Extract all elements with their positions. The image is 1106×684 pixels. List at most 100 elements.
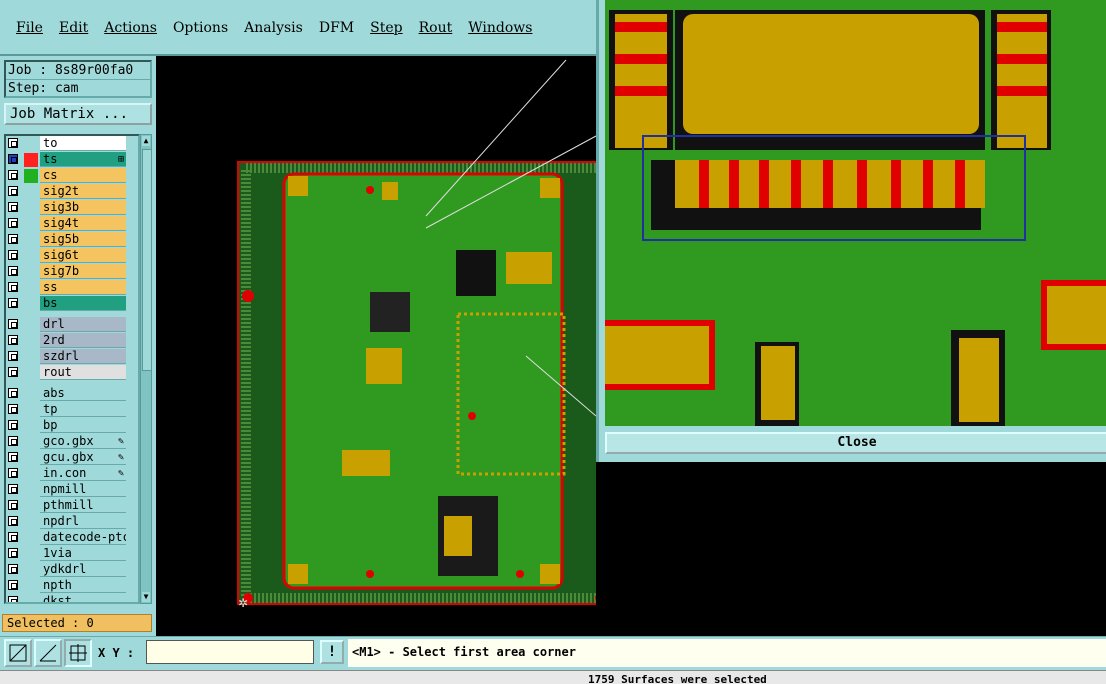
layer-row-cs[interactable]: cs (6, 168, 138, 184)
layer-list-scrollbar[interactable]: ▲ ▼ (140, 134, 152, 604)
layer-name[interactable]: sig4t (40, 216, 126, 231)
layer-name[interactable]: sig2t (40, 184, 126, 199)
job-matrix-button[interactable]: Job Matrix ... (4, 103, 152, 125)
layer-name[interactable]: gco.gbx ✎ (40, 434, 126, 449)
layer-row-rout[interactable]: rout (6, 365, 138, 381)
layer-checkbox[interactable] (8, 154, 18, 164)
layer-checkbox[interactable] (8, 335, 18, 345)
layer-row-1via[interactable]: 1via (6, 546, 138, 562)
layer-row-bp[interactable]: bp (6, 418, 138, 434)
layer-row-to[interactable]: to (6, 136, 138, 152)
layer-checkbox[interactable] (8, 234, 18, 244)
layer-name[interactable]: 2rd (40, 333, 126, 348)
layer-row-szdrl[interactable]: szdrl (6, 349, 138, 365)
layer-name[interactable]: dkst (40, 594, 126, 602)
scroll-thumb[interactable] (142, 149, 152, 371)
layer-row-drl[interactable]: drl (6, 317, 138, 333)
layer-name[interactable]: drl (40, 317, 126, 332)
layer-name[interactable]: szdrl (40, 349, 126, 364)
layer-checkbox[interactable] (8, 170, 18, 180)
zoom-fit-icon[interactable] (4, 639, 32, 667)
layer-row-npmill[interactable]: npmill (6, 482, 138, 498)
layer-name[interactable]: tp (40, 402, 126, 417)
layer-row-dkst[interactable]: dkst (6, 594, 138, 602)
layer-row-ts[interactable]: ts ⊞ (6, 152, 138, 168)
close-button[interactable]: Close (605, 432, 1106, 454)
layer-checkbox[interactable] (8, 266, 18, 276)
layer-name[interactable]: datecode-ptc (40, 530, 126, 545)
layer-name[interactable]: rout (40, 365, 126, 380)
layer-row-sig3b[interactable]: sig3b (6, 200, 138, 216)
layer-name[interactable]: cs (40, 168, 126, 183)
layer-checkbox[interactable] (8, 468, 18, 478)
layer-color-swatch[interactable] (24, 153, 38, 167)
layer-row-npth[interactable]: npth (6, 578, 138, 594)
layer-row-ss[interactable]: ss (6, 280, 138, 296)
layer-row-gcu.gbx[interactable]: gcu.gbx ✎ (6, 450, 138, 466)
layer-checkbox[interactable] (8, 298, 18, 308)
scroll-down-icon[interactable]: ▼ (142, 592, 150, 602)
layer-row-sig7b[interactable]: sig7b (6, 264, 138, 280)
layer-checkbox[interactable] (8, 282, 18, 292)
layer-checkbox[interactable] (8, 319, 18, 329)
layer-name[interactable]: gcu.gbx ✎ (40, 450, 126, 465)
layer-name[interactable]: bp (40, 418, 126, 433)
layer-checkbox[interactable] (8, 250, 18, 260)
layer-checkbox[interactable] (8, 218, 18, 228)
layer-name[interactable]: abs (40, 386, 126, 401)
layer-name[interactable]: sig6t (40, 248, 126, 263)
measure-icon[interactable] (34, 639, 62, 667)
layer-name[interactable]: sig5b (40, 232, 126, 247)
layer-checkbox[interactable] (8, 436, 18, 446)
layer-name[interactable]: ss (40, 280, 126, 295)
layer-row-abs[interactable]: abs (6, 386, 138, 402)
layer-name[interactable]: in.con ✎ (40, 466, 126, 481)
layer-name[interactable]: ydkdrl (40, 562, 126, 577)
layer-name[interactable]: npth (40, 578, 126, 593)
layer-name[interactable]: npdrl (40, 514, 126, 529)
layer-checkbox[interactable] (8, 500, 18, 510)
layer-checkbox[interactable] (8, 564, 18, 574)
layer-row-datecode-ptc[interactable]: datecode-ptc (6, 530, 138, 546)
menu-windows[interactable]: Windows (468, 20, 532, 36)
layer-checkbox[interactable] (8, 452, 18, 462)
layer-color-swatch[interactable] (24, 169, 38, 183)
menu-step[interactable]: Step (370, 20, 402, 36)
layer-name[interactable]: sig7b (40, 264, 126, 279)
layer-checkbox[interactable] (8, 388, 18, 398)
layer-row-npdrl[interactable]: npdrl (6, 514, 138, 530)
layer-checkbox[interactable] (8, 138, 18, 148)
menu-file[interactable]: File (16, 20, 43, 36)
layer-checkbox[interactable] (8, 596, 18, 602)
layer-row-gco.gbx[interactable]: gco.gbx ✎ (6, 434, 138, 450)
layer-checkbox[interactable] (8, 548, 18, 558)
layer-name[interactable]: npmill (40, 482, 126, 497)
menu-options[interactable]: Options (173, 20, 228, 36)
layer-name[interactable]: 1via (40, 546, 126, 561)
layer-checkbox[interactable] (8, 484, 18, 494)
menu-edit[interactable]: Edit (59, 20, 88, 36)
menu-rout[interactable]: Rout (419, 20, 453, 36)
layer-checkbox[interactable] (8, 516, 18, 526)
layer-checkbox[interactable] (8, 367, 18, 377)
layer-name[interactable]: ts ⊞ (40, 152, 126, 167)
graphic-canvas[interactable]: ✲ (156, 56, 611, 636)
layer-name[interactable]: to (40, 136, 126, 151)
layer-name[interactable]: pthmill (40, 498, 126, 513)
layer-row-bs[interactable]: bs (6, 296, 138, 312)
alert-icon[interactable]: ! (320, 640, 344, 664)
zoom-view[interactable] (605, 0, 1106, 426)
scroll-up-icon[interactable]: ▲ (142, 136, 150, 146)
layer-row-ydkdrl[interactable]: ydkdrl (6, 562, 138, 578)
layer-checkbox[interactable] (8, 580, 18, 590)
menu-analysis[interactable]: Analysis (244, 20, 303, 36)
layer-row-sig6t[interactable]: sig6t (6, 248, 138, 264)
layer-checkbox[interactable] (8, 532, 18, 542)
layer-row-tp[interactable]: tp (6, 402, 138, 418)
layer-checkbox[interactable] (8, 351, 18, 361)
layer-name[interactable]: bs (40, 296, 126, 311)
layer-checkbox[interactable] (8, 186, 18, 196)
menu-actions[interactable]: Actions (104, 20, 157, 36)
layer-row-pthmill[interactable]: pthmill (6, 498, 138, 514)
layer-checkbox[interactable] (8, 404, 18, 414)
